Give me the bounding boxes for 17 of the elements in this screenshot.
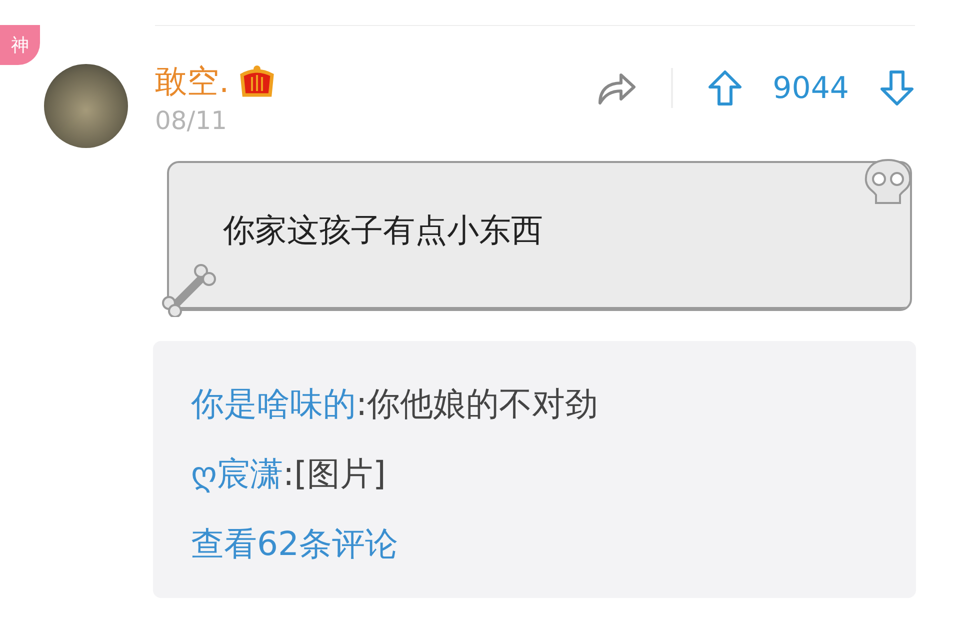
reply-text: :[图片] [282, 453, 386, 495]
crown-icon [239, 65, 276, 99]
username[interactable]: 敢空. [155, 60, 230, 104]
share-button[interactable] [596, 71, 637, 105]
reply-author[interactable]: 你是啥味的 [191, 369, 356, 439]
view-comments-link[interactable]: 查看62条评论 [191, 509, 398, 579]
share-icon [596, 71, 637, 105]
up-arrow-icon [706, 70, 743, 106]
upvote-button[interactable] [706, 70, 743, 106]
reply-text: :你他娘的不对劲 [356, 383, 598, 425]
reply-author[interactable]: ღ宸潇 [191, 439, 283, 509]
down-arrow-icon [879, 70, 915, 106]
post-text: 你家这孩子有点小东西 [223, 210, 543, 251]
post-date: 08/11 [155, 106, 228, 135]
vote-count: 9044 [772, 70, 849, 106]
badge: 神 [0, 25, 40, 65]
downvote-button[interactable] [879, 70, 915, 106]
